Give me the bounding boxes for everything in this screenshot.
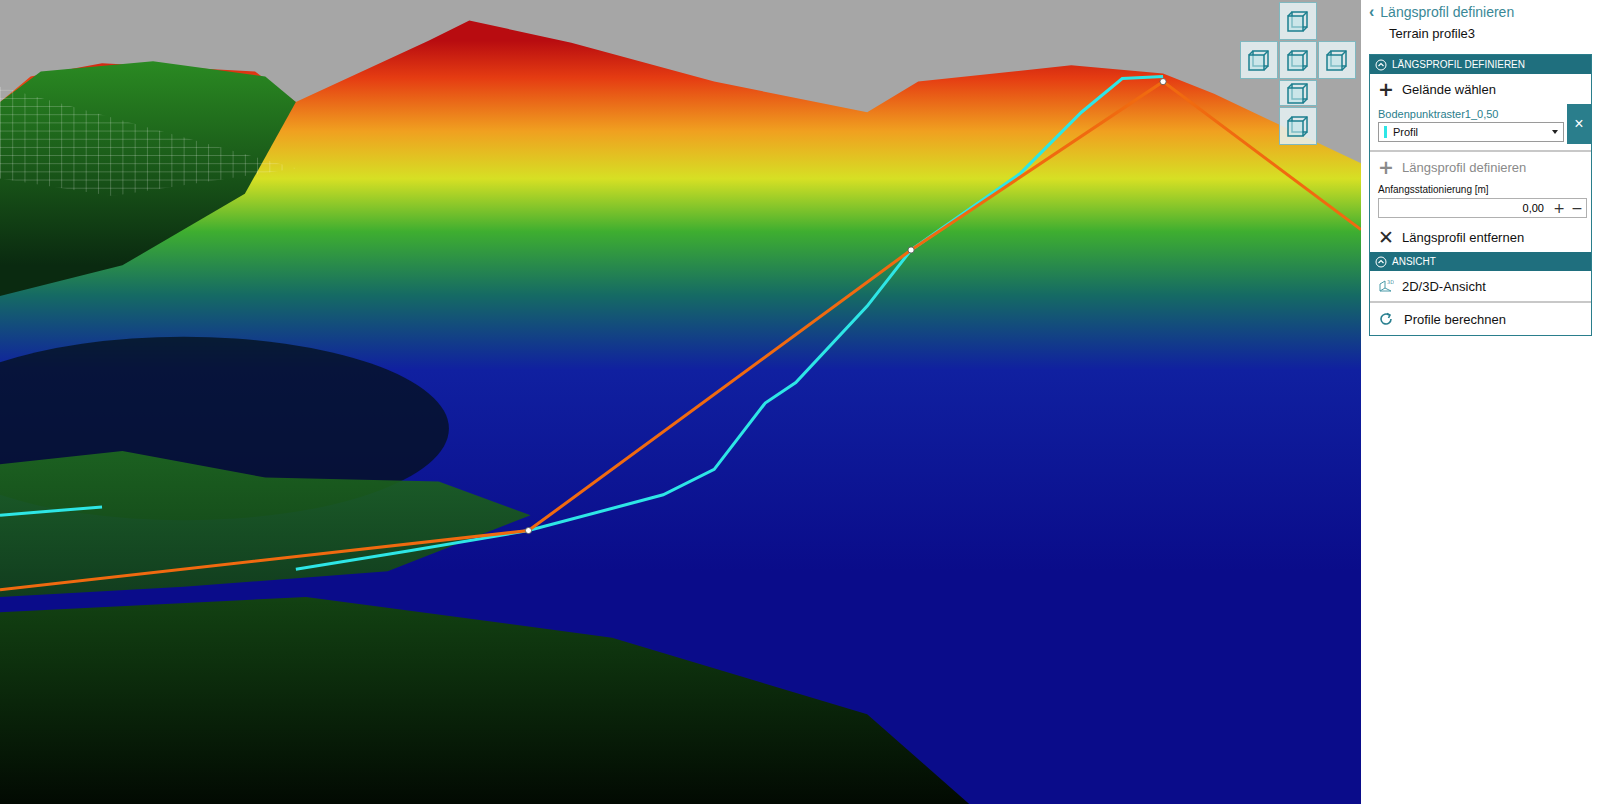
section-body: 3D2D/3D-Ansicht <box>1370 271 1591 301</box>
terrain-label: Bodenpunktraster1_0,50 <box>1378 108 1564 122</box>
side-panel: ‹Längsprofil definierenTerrain profile3 L… <box>1361 0 1600 804</box>
terrain-scene[interactable] <box>0 0 1361 804</box>
view-cube-face[interactable] <box>1279 41 1317 79</box>
cube-icon <box>1285 113 1311 139</box>
view-cube-face[interactable] <box>1279 107 1317 145</box>
view-cube-face[interactable] <box>1240 41 1278 79</box>
refresh-icon <box>1378 311 1394 327</box>
collapse-icon <box>1375 59 1387 71</box>
terrain-profile-line <box>296 77 1163 570</box>
profile-select[interactable]: Profil <box>1378 122 1564 142</box>
remove-terrain-button[interactable]: × <box>1567 104 1591 144</box>
cube-icon <box>1285 8 1311 34</box>
field-label: Anfangsstationierung [m] <box>1378 184 1587 198</box>
step-button[interactable]: − <box>1570 200 1584 216</box>
compute-profiles-button[interactable]: Profile berechnen <box>1370 301 1591 335</box>
action-icon: ✕ <box>1378 226 1394 248</box>
action-icon: + <box>1378 156 1394 178</box>
station-input[interactable]: 0,00+− <box>1378 198 1587 218</box>
cube-icon <box>1285 47 1311 73</box>
view-3d-icon: 3D <box>1378 278 1394 294</box>
cube-icon <box>1246 47 1272 73</box>
view-cube <box>1240 2 1356 145</box>
svg-text:3D: 3D <box>1387 279 1394 285</box>
cube-icon <box>1324 47 1350 73</box>
cube-icon <box>1285 80 1311 106</box>
action-row[interactable]: ✕Längsprofil entfernen <box>1370 222 1591 252</box>
station-field: Anfangsstationierung [m]0,00+− <box>1370 182 1591 222</box>
alignment-line[interactable] <box>0 82 1361 590</box>
terrain-viewport[interactable] <box>0 0 1361 804</box>
caret-icon <box>1552 130 1558 134</box>
section-header[interactable]: LÄNGSPROFIL DEFINIEREN <box>1370 55 1591 74</box>
action-row: +Längsprofil definieren <box>1370 152 1591 182</box>
panel-box: LÄNGSPROFIL DEFINIEREN+Gelände wählenBod… <box>1369 54 1592 336</box>
step-button[interactable]: + <box>1552 200 1566 216</box>
color-swatch <box>1384 126 1387 138</box>
view-toggle[interactable]: 3D2D/3D-Ansicht <box>1370 271 1591 301</box>
panel-subtitle: Terrain profile3 <box>1369 22 1592 48</box>
terrain-item: Bodenpunktraster1_0,50Profil× <box>1370 104 1591 152</box>
section-header[interactable]: ANSICHT <box>1370 252 1591 271</box>
view-cube-face[interactable] <box>1318 41 1356 79</box>
back-link[interactable]: ‹Längsprofil definieren <box>1369 0 1592 22</box>
view-cube-face[interactable] <box>1279 2 1317 40</box>
collapse-icon <box>1375 256 1387 268</box>
back-icon: ‹ <box>1369 3 1374 21</box>
view-cube-face[interactable] <box>1279 80 1317 106</box>
app: ‹Längsprofil definierenTerrain profile3 L… <box>0 0 1600 804</box>
section-body: +Gelände wählenBodenpunktraster1_0,50Pro… <box>1370 74 1591 252</box>
action-row[interactable]: +Gelände wählen <box>1370 74 1591 104</box>
action-icon: + <box>1378 78 1394 100</box>
